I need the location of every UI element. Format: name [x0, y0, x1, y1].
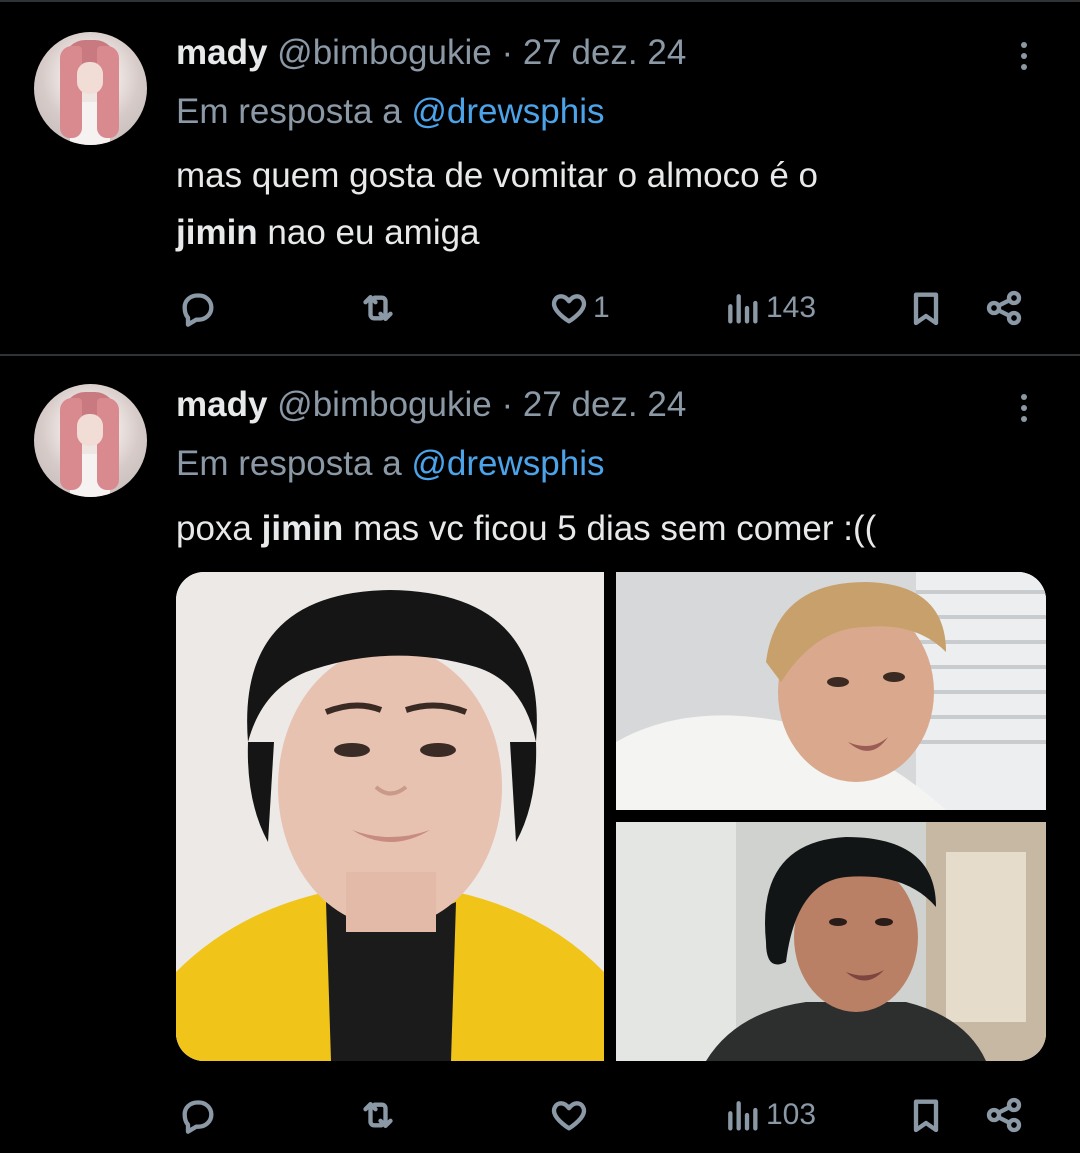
retweet-icon [363, 295, 393, 321]
tweet-photo-3[interactable] [616, 822, 1046, 1061]
views-button[interactable]: 103 [722, 1090, 816, 1140]
tweet-photo-2[interactable] [616, 572, 1046, 810]
views-count: 103 [766, 1098, 817, 1131]
heart-icon [551, 294, 587, 324]
share-icon [986, 1097, 1022, 1133]
views-button[interactable]: 143 [722, 283, 816, 333]
share-button[interactable] [984, 1090, 1024, 1140]
retweet-button[interactable] [358, 1090, 402, 1140]
share-button[interactable] [984, 283, 1024, 333]
tweet-text-part: nao eu amiga [267, 213, 480, 252]
tweet[interactable]: mady @bimbogukie · 27 dez. 24 Em respost… [0, 0, 1080, 355]
bookmark-icon [913, 292, 939, 326]
tweet-date[interactable]: 27 dez. 24 [523, 385, 686, 424]
views-icon [728, 294, 758, 324]
action-bar: 1 143 [0, 283, 1080, 333]
separator: · [501, 33, 514, 72]
heart-icon [551, 1101, 587, 1131]
tweet-text-bold: jimin [176, 213, 258, 252]
retweet-icon [363, 1102, 393, 1128]
bookmark-button[interactable] [906, 283, 946, 333]
author-handle[interactable]: @bimbogukie [277, 33, 492, 72]
reply-mention-link[interactable]: @drewsphis [411, 444, 604, 483]
reply-button[interactable] [178, 283, 222, 333]
avatar[interactable] [34, 32, 147, 145]
tweet-photo-1[interactable] [176, 572, 604, 1061]
reply-context: Em resposta a @drewsphis [176, 444, 605, 484]
tweet-header: mady @bimbogukie · 27 dez. 24 [176, 33, 686, 73]
photo-illustration [616, 822, 1046, 1061]
more-icon[interactable] [1009, 389, 1039, 433]
like-button[interactable]: 1 [549, 283, 610, 333]
bookmark-button[interactable] [906, 1090, 946, 1140]
views-count: 143 [766, 291, 817, 324]
tweet-text-part: poxa [176, 509, 252, 548]
tweet-text-part: mas vc ficou 5 dias sem comer :(( [353, 509, 877, 548]
action-bar: 103 [0, 1090, 1080, 1140]
reply-prefix: Em resposta a [176, 92, 402, 131]
reply-mention-link[interactable]: @drewsphis [411, 92, 604, 131]
author-name[interactable]: mady [176, 385, 267, 424]
like-count: 1 [593, 291, 610, 324]
like-button[interactable] [549, 1090, 593, 1140]
tweet-text: mas quem gosta de vomitar o almoco é o j… [176, 147, 1036, 261]
author-handle[interactable]: @bimbogukie [277, 385, 492, 424]
tweet-text-part: mas quem gosta de vomitar o almoco é o [176, 156, 818, 195]
reply-icon [182, 1100, 214, 1134]
reply-button[interactable] [178, 1090, 222, 1140]
reply-icon [182, 293, 214, 327]
reply-prefix: Em resposta a [176, 444, 402, 483]
share-icon [986, 290, 1022, 326]
photo-illustration [176, 572, 604, 1061]
photo-illustration [616, 572, 1046, 810]
tweet-text-bold: jimin [261, 509, 344, 548]
retweet-button[interactable] [358, 283, 402, 333]
views-icon [728, 1101, 758, 1131]
more-icon[interactable] [1009, 37, 1039, 81]
tweet-header: mady @bimbogukie · 27 dez. 24 [176, 385, 686, 425]
avatar[interactable] [34, 384, 147, 497]
author-name[interactable]: mady [176, 33, 267, 72]
tweet-media-grid [176, 572, 1046, 1061]
tweet-date[interactable]: 27 dez. 24 [523, 33, 686, 72]
reply-context: Em resposta a @drewsphis [176, 92, 605, 132]
bookmark-icon [913, 1099, 939, 1133]
separator: · [501, 385, 514, 424]
tweet-text: poxa jimin mas vc ficou 5 dias sem comer… [176, 500, 1036, 557]
